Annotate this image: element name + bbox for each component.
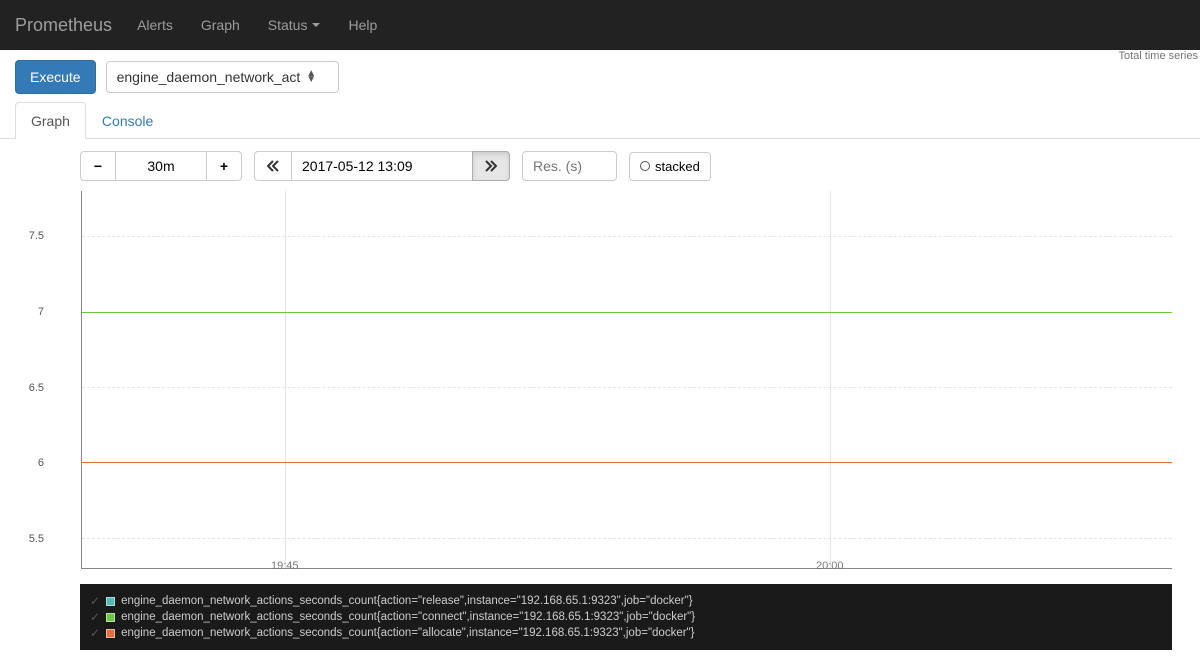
chart: 19:4520:00 5.566.577.5	[48, 191, 1172, 579]
execute-button[interactable]: Execute	[15, 60, 96, 94]
graph-controls: − + stacked	[0, 139, 1200, 191]
nav-graph[interactable]: Graph	[201, 17, 240, 33]
legend-item[interactable]: ✓ engine_daemon_network_actions_seconds_c…	[90, 610, 1162, 624]
expression-value: engine_daemon_network_act	[117, 69, 301, 85]
color-swatch	[106, 597, 115, 606]
legend-item[interactable]: ✓ engine_daemon_network_actions_seconds_c…	[90, 594, 1162, 608]
y-tick-label: 7.5	[20, 230, 44, 242]
gridline-v	[285, 191, 286, 568]
x-tick-label: 20:00	[816, 560, 844, 572]
series-line	[82, 312, 1172, 313]
nav-help[interactable]: Help	[348, 17, 377, 33]
nav-alerts[interactable]: Alerts	[137, 17, 173, 33]
legend-label: engine_daemon_network_actions_seconds_co…	[121, 595, 692, 607]
legend-label: engine_daemon_network_actions_seconds_co…	[121, 627, 694, 639]
range-input[interactable]	[116, 151, 206, 181]
tab-console[interactable]: Console	[86, 102, 169, 139]
total-series-label: Total time series	[1119, 50, 1198, 62]
color-swatch	[106, 613, 115, 622]
updown-icon: ▲▼	[306, 71, 316, 83]
gridline-v	[830, 191, 831, 568]
y-tick-label: 6.5	[20, 382, 44, 394]
legend-label: engine_daemon_network_actions_seconds_co…	[121, 611, 695, 623]
series-line	[82, 462, 1172, 463]
resolution-input[interactable]	[522, 151, 617, 181]
check-icon: ✓	[90, 610, 100, 624]
stacked-toggle[interactable]: stacked	[629, 152, 711, 181]
range-increase-button[interactable]: +	[206, 151, 242, 181]
nav-status-label: Status	[268, 17, 308, 33]
x-tick-label: 19:45	[271, 560, 299, 572]
check-icon: ✓	[90, 594, 100, 608]
legend: ✓ engine_daemon_network_actions_seconds_c…	[80, 584, 1172, 650]
circle-icon	[640, 161, 650, 171]
tab-graph[interactable]: Graph	[15, 102, 86, 139]
time-forward-button[interactable]	[472, 151, 510, 181]
stacked-label: stacked	[655, 159, 700, 174]
expression-select[interactable]: engine_daemon_network_act ▲▼	[106, 61, 340, 93]
y-tick-label: 5.5	[20, 533, 44, 545]
y-tick-label: 7	[20, 306, 44, 318]
brand-logo[interactable]: Prometheus	[15, 15, 112, 36]
caret-down-icon	[312, 23, 320, 27]
fast-forward-icon	[485, 160, 497, 172]
color-swatch	[106, 629, 115, 638]
range-decrease-button[interactable]: −	[80, 151, 116, 181]
y-tick-label: 6	[20, 457, 44, 469]
plot-area[interactable]: 19:45 20:00	[81, 191, 1172, 569]
gridline-h	[82, 538, 1172, 539]
gridline-h	[82, 387, 1172, 388]
tabs: Graph Console	[0, 102, 1200, 139]
navbar: Prometheus Alerts Graph Status Help	[0, 0, 1200, 50]
range-group: − +	[80, 151, 242, 181]
query-row: Execute engine_daemon_network_act ▲▼	[0, 50, 1200, 102]
rewind-icon	[267, 160, 279, 172]
nav-status[interactable]: Status	[268, 17, 321, 33]
legend-item[interactable]: ✓ engine_daemon_network_actions_seconds_c…	[90, 626, 1162, 640]
time-back-button[interactable]	[254, 151, 292, 181]
gridline-h	[82, 236, 1172, 237]
check-icon: ✓	[90, 626, 100, 640]
datetime-input[interactable]	[292, 151, 472, 181]
time-group	[254, 151, 510, 181]
